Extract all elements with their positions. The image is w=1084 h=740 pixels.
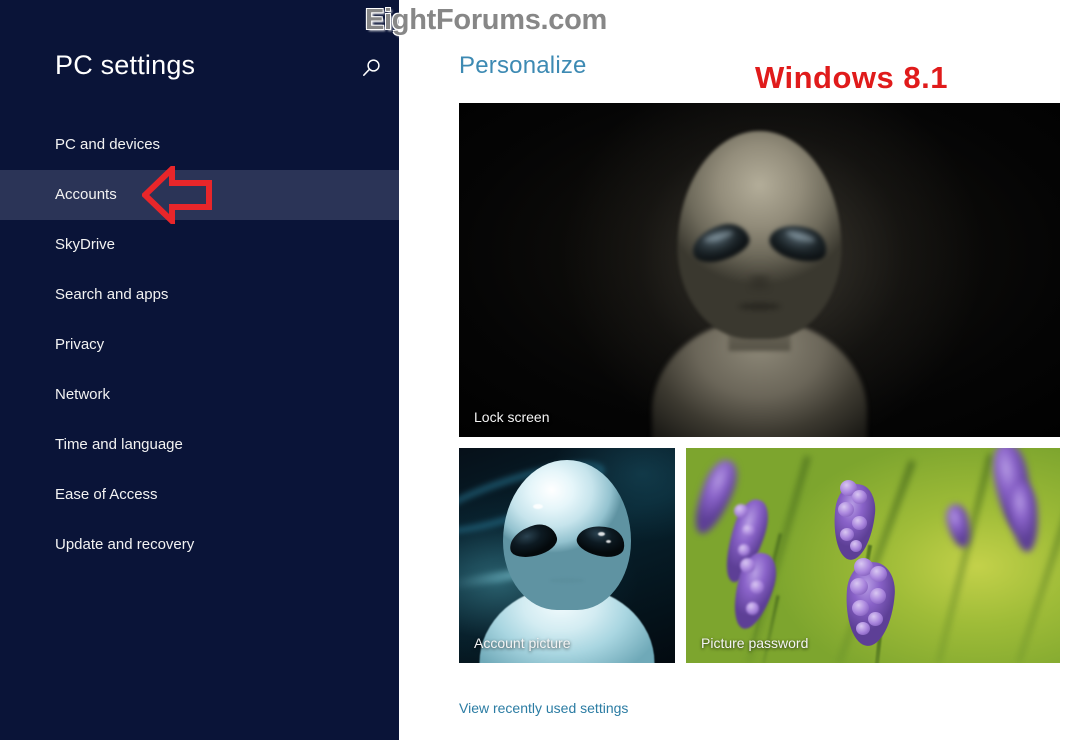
sidebar-item-privacy[interactable]: Privacy [0,320,399,370]
sidebar-item-accounts[interactable]: Accounts [0,170,399,220]
lavender-flowers-image [686,448,1060,663]
tile-account-picture[interactable]: Account picture [459,448,675,663]
sidebar-item-update-and-recovery[interactable]: Update and recovery [0,520,399,570]
page-heading: PC settings [55,50,196,80]
sidebar-item-label: PC and devices [55,136,161,153]
view-recently-used-settings-link[interactable]: View recently used settings [459,700,628,716]
sidebar-item-label: Accounts [55,186,117,203]
pc-settings-window: PC settings PC and devices Accounts SkyD… [0,0,1084,740]
site-watermark: EightForums.com [365,4,608,36]
sidebar-item-label: Privacy [55,336,105,353]
sidebar-item-label: Time and language [55,436,183,453]
grey-alien-dark-image [459,103,1060,437]
glossy-alien-image [459,448,675,663]
tile-lock-screen[interactable]: Lock screen [459,103,1060,437]
tile-label: Account picture [474,635,571,651]
sidebar-item-search-and-apps[interactable]: Search and apps [0,270,399,320]
settings-sidebar: PC settings PC and devices Accounts SkyD… [0,0,399,740]
sidebar-item-pc-and-devices[interactable]: PC and devices [0,120,399,170]
sidebar-item-label: Ease of Access [55,486,158,503]
page-title: Personalize [459,52,587,79]
tile-picture-password[interactable]: Picture password [686,448,1060,663]
search-icon[interactable] [358,56,384,82]
tile-label: Picture password [701,635,809,651]
sidebar-item-label: Update and recovery [55,536,195,553]
sidebar-item-label: SkyDrive [55,236,116,253]
sidebar-item-skydrive[interactable]: SkyDrive [0,220,399,270]
sidebar-item-ease-of-access[interactable]: Ease of Access [0,470,399,520]
personalize-pane: Personalize Windows 8.1 Lock screen Acco… [399,0,1084,740]
version-badge-annotation: Windows 8.1 [755,60,948,95]
sidebar-item-time-and-language[interactable]: Time and language [0,420,399,470]
sidebar-header: PC settings [0,48,399,96]
sidebar-item-label: Network [55,386,111,403]
sidebar-item-label: Search and apps [55,286,169,303]
settings-nav-list: PC and devices Accounts SkyDrive Search … [0,120,399,570]
sidebar-item-network[interactable]: Network [0,370,399,420]
tile-label: Lock screen [474,409,550,425]
